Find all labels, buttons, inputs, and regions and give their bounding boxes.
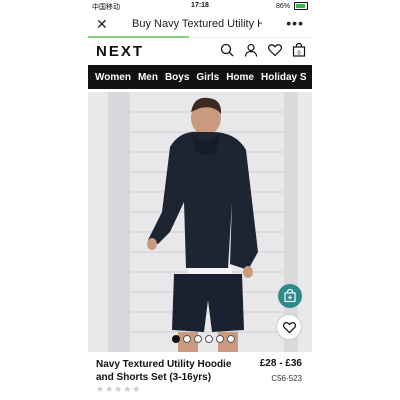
nav-item-girls[interactable]: Girls — [196, 72, 219, 83]
next-logo[interactable]: NEXT — [96, 43, 144, 60]
save-to-favourites-button[interactable] — [276, 314, 302, 340]
wishlist-heart-icon[interactable] — [268, 43, 282, 57]
site-header: NEXT 0 — [88, 38, 312, 64]
category-nav: Women Men Boys Girls Home Holiday S — [88, 65, 312, 89]
product-image-gallery[interactable] — [88, 92, 312, 352]
gallery-dot[interactable] — [216, 335, 224, 343]
add-to-bag-button[interactable] — [278, 284, 302, 308]
product-price: £28 - £36 — [259, 358, 302, 369]
rating-stars: ★★★★★ — [96, 384, 142, 394]
more-icon[interactable]: ••• — [286, 15, 304, 31]
product-name[interactable]: Navy Textured Utility Hoodie and Shorts … — [96, 358, 246, 384]
gallery-dot[interactable] — [227, 335, 235, 343]
battery-indicator: 86% — [276, 2, 308, 10]
bag-plus-icon — [284, 289, 296, 303]
nav-item-boys[interactable]: Boys — [165, 72, 189, 83]
product-photo — [108, 92, 298, 352]
bag-count: 0 — [297, 51, 300, 57]
nav-item-women[interactable]: Women — [95, 72, 131, 83]
heart-icon — [282, 321, 296, 333]
close-icon[interactable]: ✕ — [96, 16, 108, 33]
status-bar: 中国移动 17:18 86% — [88, 0, 312, 12]
product-code: C56-523 — [271, 374, 302, 383]
product-info: Navy Textured Utility Hoodie and Shorts … — [88, 356, 312, 400]
gallery-dot[interactable] — [205, 335, 213, 343]
gallery-dot[interactable] — [194, 335, 202, 343]
page-title: Buy Navy Textured Utility H — [132, 18, 262, 30]
gallery-dot[interactable] — [172, 335, 180, 343]
account-icon[interactable] — [244, 43, 258, 57]
battery-percent: 86% — [276, 2, 291, 10]
gallery-dot[interactable] — [183, 335, 191, 343]
search-icon[interactable] — [220, 43, 234, 57]
nav-item-holiday[interactable]: Holiday S — [261, 72, 307, 83]
gallery-pagination — [172, 335, 235, 343]
nav-item-men[interactable]: Men — [138, 72, 158, 83]
phone-screen: 中国移动 17:18 86% ✕ Buy Navy Textured Utili… — [88, 0, 312, 400]
browser-titlebar: ✕ Buy Navy Textured Utility H ••• — [88, 13, 312, 38]
nav-item-home[interactable]: Home — [226, 72, 254, 83]
battery-icon — [294, 2, 308, 10]
bag-icon[interactable]: 0 — [292, 43, 306, 57]
